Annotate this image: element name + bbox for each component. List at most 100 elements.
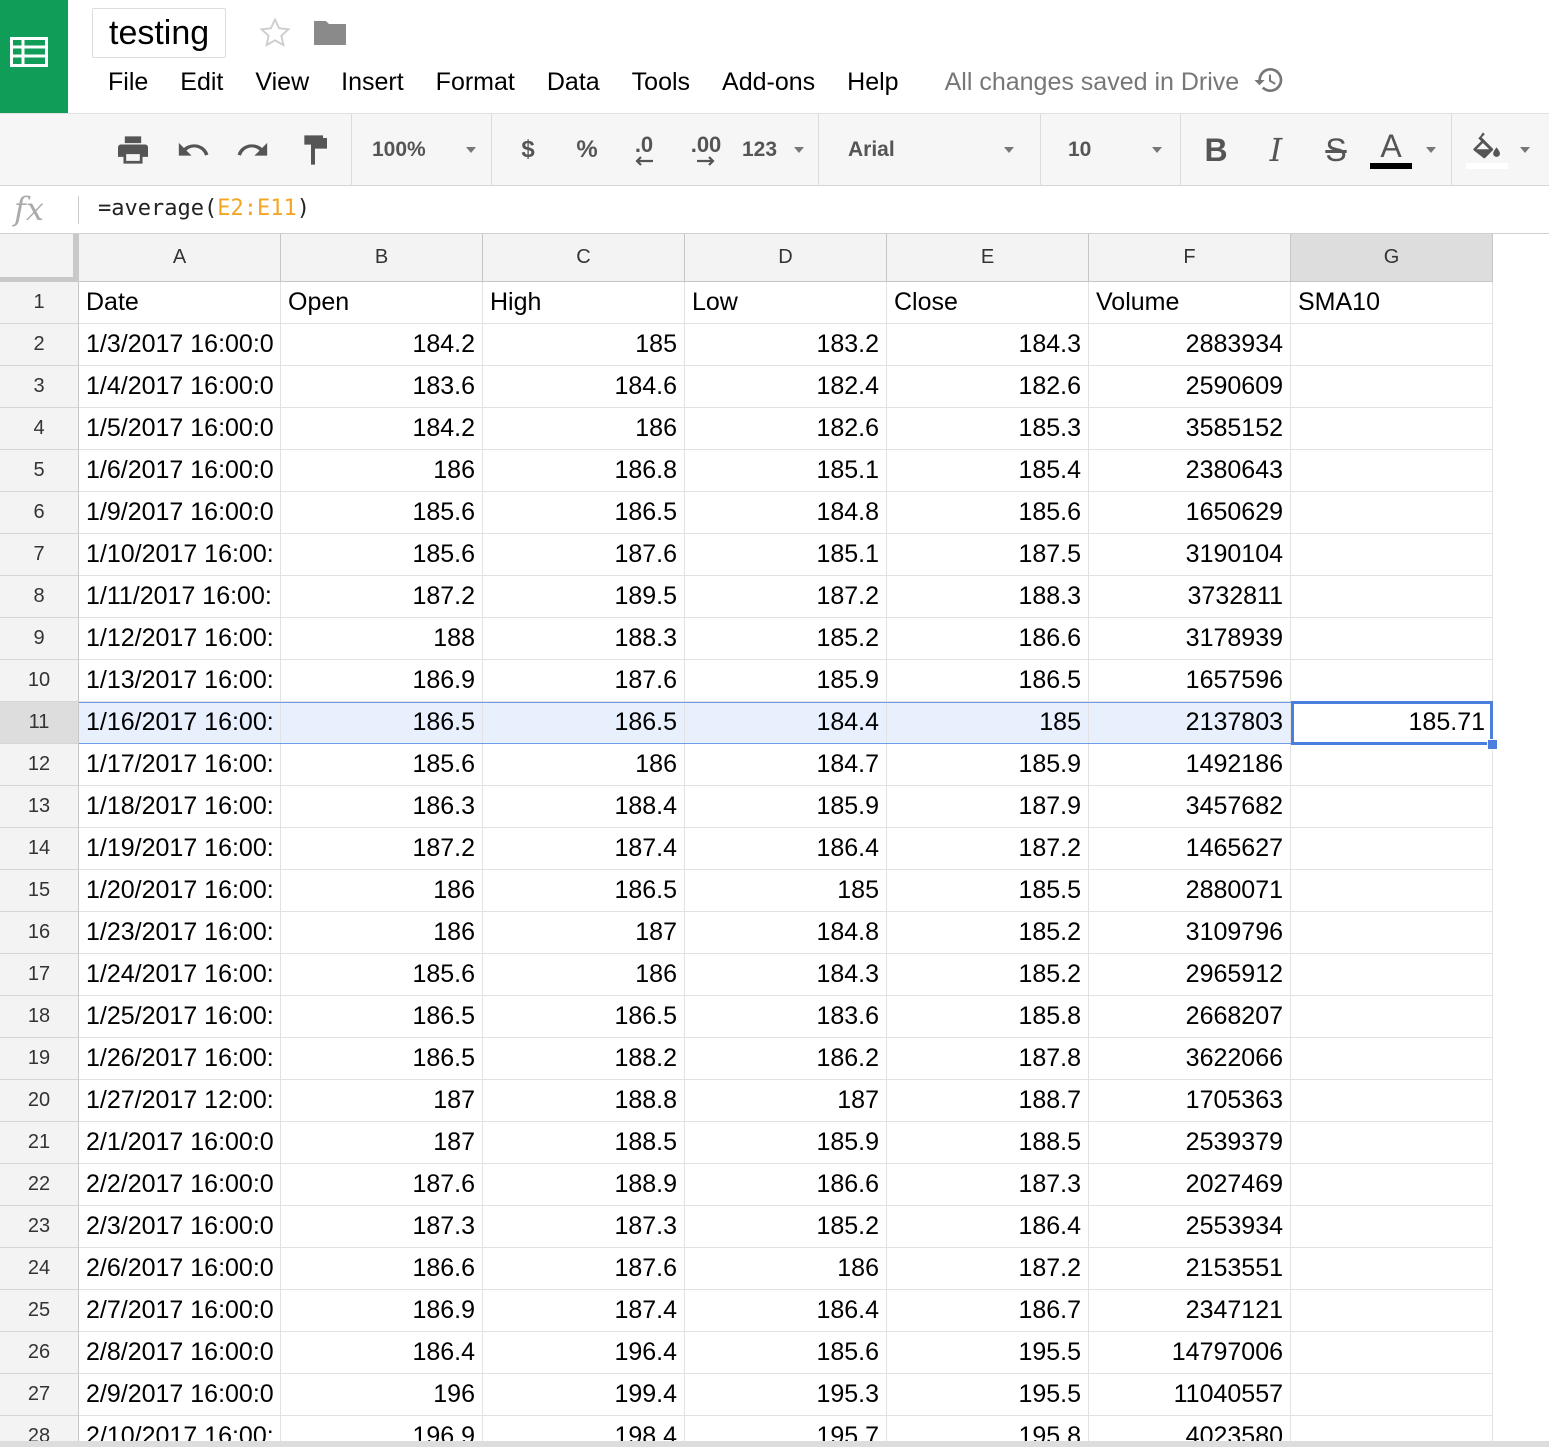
cell-g13[interactable] [1291, 786, 1493, 828]
cell-e21[interactable]: 188.5 [887, 1122, 1089, 1164]
cell-e13[interactable]: 187.9 [887, 786, 1089, 828]
cell-f12[interactable]: 1492186 [1089, 744, 1291, 786]
menu-format[interactable]: Format [420, 64, 531, 100]
cell-e11[interactable]: 185 [887, 702, 1089, 744]
cell-a15[interactable]: 1/20/2017 16:00: [79, 870, 281, 912]
row-header[interactable]: 12 [0, 744, 79, 786]
cell-a24[interactable]: 2/6/2017 16:00:0 [79, 1248, 281, 1290]
cell-d24[interactable]: 186 [685, 1248, 887, 1290]
formula-input[interactable]: =average(E2:E11) [98, 196, 310, 221]
cell-e9[interactable]: 186.6 [887, 618, 1089, 660]
cell-a10[interactable]: 1/13/2017 16:00: [79, 660, 281, 702]
cell-f15[interactable]: 2880071 [1089, 870, 1291, 912]
select-all-corner[interactable] [0, 234, 79, 282]
row-header[interactable]: 13 [0, 786, 79, 828]
redo-icon[interactable] [232, 114, 274, 186]
row-header[interactable]: 22 [0, 1164, 79, 1206]
cell-a11[interactable]: 1/16/2017 16:00: [79, 702, 281, 744]
cell-c25[interactable]: 187.4 [483, 1290, 685, 1332]
italic-button[interactable]: I [1256, 114, 1296, 186]
cell-b26[interactable]: 186.4 [281, 1332, 483, 1374]
row-header[interactable]: 10 [0, 660, 79, 702]
cell-f4[interactable]: 3585152 [1089, 408, 1291, 450]
bold-button[interactable]: B [1196, 114, 1236, 186]
cell-f6[interactable]: 1650629 [1089, 492, 1291, 534]
currency-format-button[interactable]: $ [510, 114, 546, 186]
number-format-select[interactable]: 123 [742, 114, 804, 186]
cell-c7[interactable]: 187.6 [483, 534, 685, 576]
cell-e10[interactable]: 186.5 [887, 660, 1089, 702]
row-header[interactable]: 21 [0, 1122, 79, 1164]
cell-c1[interactable]: High [483, 282, 685, 324]
cell-d22[interactable]: 186.6 [685, 1164, 887, 1206]
cell-b10[interactable]: 186.9 [281, 660, 483, 702]
row-header[interactable]: 2 [0, 324, 79, 366]
cell-a5[interactable]: 1/6/2017 16:00:0 [79, 450, 281, 492]
cell-c19[interactable]: 188.2 [483, 1038, 685, 1080]
menu-data[interactable]: Data [531, 64, 616, 100]
cell-d27[interactable]: 195.3 [685, 1374, 887, 1416]
cell-g25[interactable] [1291, 1290, 1493, 1332]
cell-d8[interactable]: 187.2 [685, 576, 887, 618]
cell-c16[interactable]: 187 [483, 912, 685, 954]
cell-c8[interactable]: 189.5 [483, 576, 685, 618]
cell-d26[interactable]: 185.6 [685, 1332, 887, 1374]
cell-b23[interactable]: 187.3 [281, 1206, 483, 1248]
paint-format-icon[interactable] [294, 114, 336, 186]
cell-d10[interactable]: 185.9 [685, 660, 887, 702]
cell-d5[interactable]: 185.1 [685, 450, 887, 492]
cell-a18[interactable]: 1/25/2017 16:00: [79, 996, 281, 1038]
cell-a17[interactable]: 1/24/2017 16:00: [79, 954, 281, 996]
cell-f23[interactable]: 2553934 [1089, 1206, 1291, 1248]
cell-b13[interactable]: 186.3 [281, 786, 483, 828]
menu-edit[interactable]: Edit [164, 64, 239, 100]
row-header[interactable]: 14 [0, 828, 79, 870]
cell-g1[interactable]: SMA10 [1291, 282, 1493, 324]
column-header-e[interactable]: E [887, 234, 1089, 282]
cell-b25[interactable]: 186.9 [281, 1290, 483, 1332]
font-size-select[interactable]: 10 [1068, 114, 1162, 186]
cell-e25[interactable]: 186.7 [887, 1290, 1089, 1332]
cell-b27[interactable]: 196 [281, 1374, 483, 1416]
cell-d12[interactable]: 184.7 [685, 744, 887, 786]
row-header[interactable]: 18 [0, 996, 79, 1038]
cell-d23[interactable]: 185.2 [685, 1206, 887, 1248]
save-status[interactable]: All changes saved in Drive [945, 68, 1240, 97]
fill-color-button[interactable] [1466, 114, 1530, 186]
cell-a26[interactable]: 2/8/2017 16:00:0 [79, 1332, 281, 1374]
menu-tools[interactable]: Tools [616, 64, 706, 100]
cell-e20[interactable]: 188.7 [887, 1080, 1089, 1122]
column-header-d[interactable]: D [685, 234, 887, 282]
cell-b7[interactable]: 185.6 [281, 534, 483, 576]
cell-f2[interactable]: 2883934 [1089, 324, 1291, 366]
cell-a22[interactable]: 2/2/2017 16:00:0 [79, 1164, 281, 1206]
cell-g3[interactable] [1291, 366, 1493, 408]
cell-b24[interactable]: 186.6 [281, 1248, 483, 1290]
cell-g21[interactable] [1291, 1122, 1493, 1164]
column-header-g[interactable]: G [1291, 234, 1493, 282]
row-header[interactable]: 7 [0, 534, 79, 576]
document-title[interactable]: testing [92, 8, 227, 58]
cell-d17[interactable]: 184.3 [685, 954, 887, 996]
cell-f21[interactable]: 2539379 [1089, 1122, 1291, 1164]
cell-e15[interactable]: 185.5 [887, 870, 1089, 912]
cell-a7[interactable]: 1/10/2017 16:00: [79, 534, 281, 576]
cell-e22[interactable]: 187.3 [887, 1164, 1089, 1206]
cell-d14[interactable]: 186.4 [685, 828, 887, 870]
cell-f3[interactable]: 2590609 [1089, 366, 1291, 408]
cell-b17[interactable]: 185.6 [281, 954, 483, 996]
cell-b2[interactable]: 184.2 [281, 324, 483, 366]
cell-c15[interactable]: 186.5 [483, 870, 685, 912]
cell-a27[interactable]: 2/9/2017 16:00:0 [79, 1374, 281, 1416]
row-header[interactable]: 16 [0, 912, 79, 954]
cell-e14[interactable]: 187.2 [887, 828, 1089, 870]
cell-g12[interactable] [1291, 744, 1493, 786]
cell-e27[interactable]: 195.5 [887, 1374, 1089, 1416]
cell-f16[interactable]: 3109796 [1089, 912, 1291, 954]
cell-c22[interactable]: 188.9 [483, 1164, 685, 1206]
cell-g22[interactable] [1291, 1164, 1493, 1206]
row-header[interactable]: 6 [0, 492, 79, 534]
cell-e26[interactable]: 195.5 [887, 1332, 1089, 1374]
cell-b16[interactable]: 186 [281, 912, 483, 954]
cell-e17[interactable]: 185.2 [887, 954, 1089, 996]
